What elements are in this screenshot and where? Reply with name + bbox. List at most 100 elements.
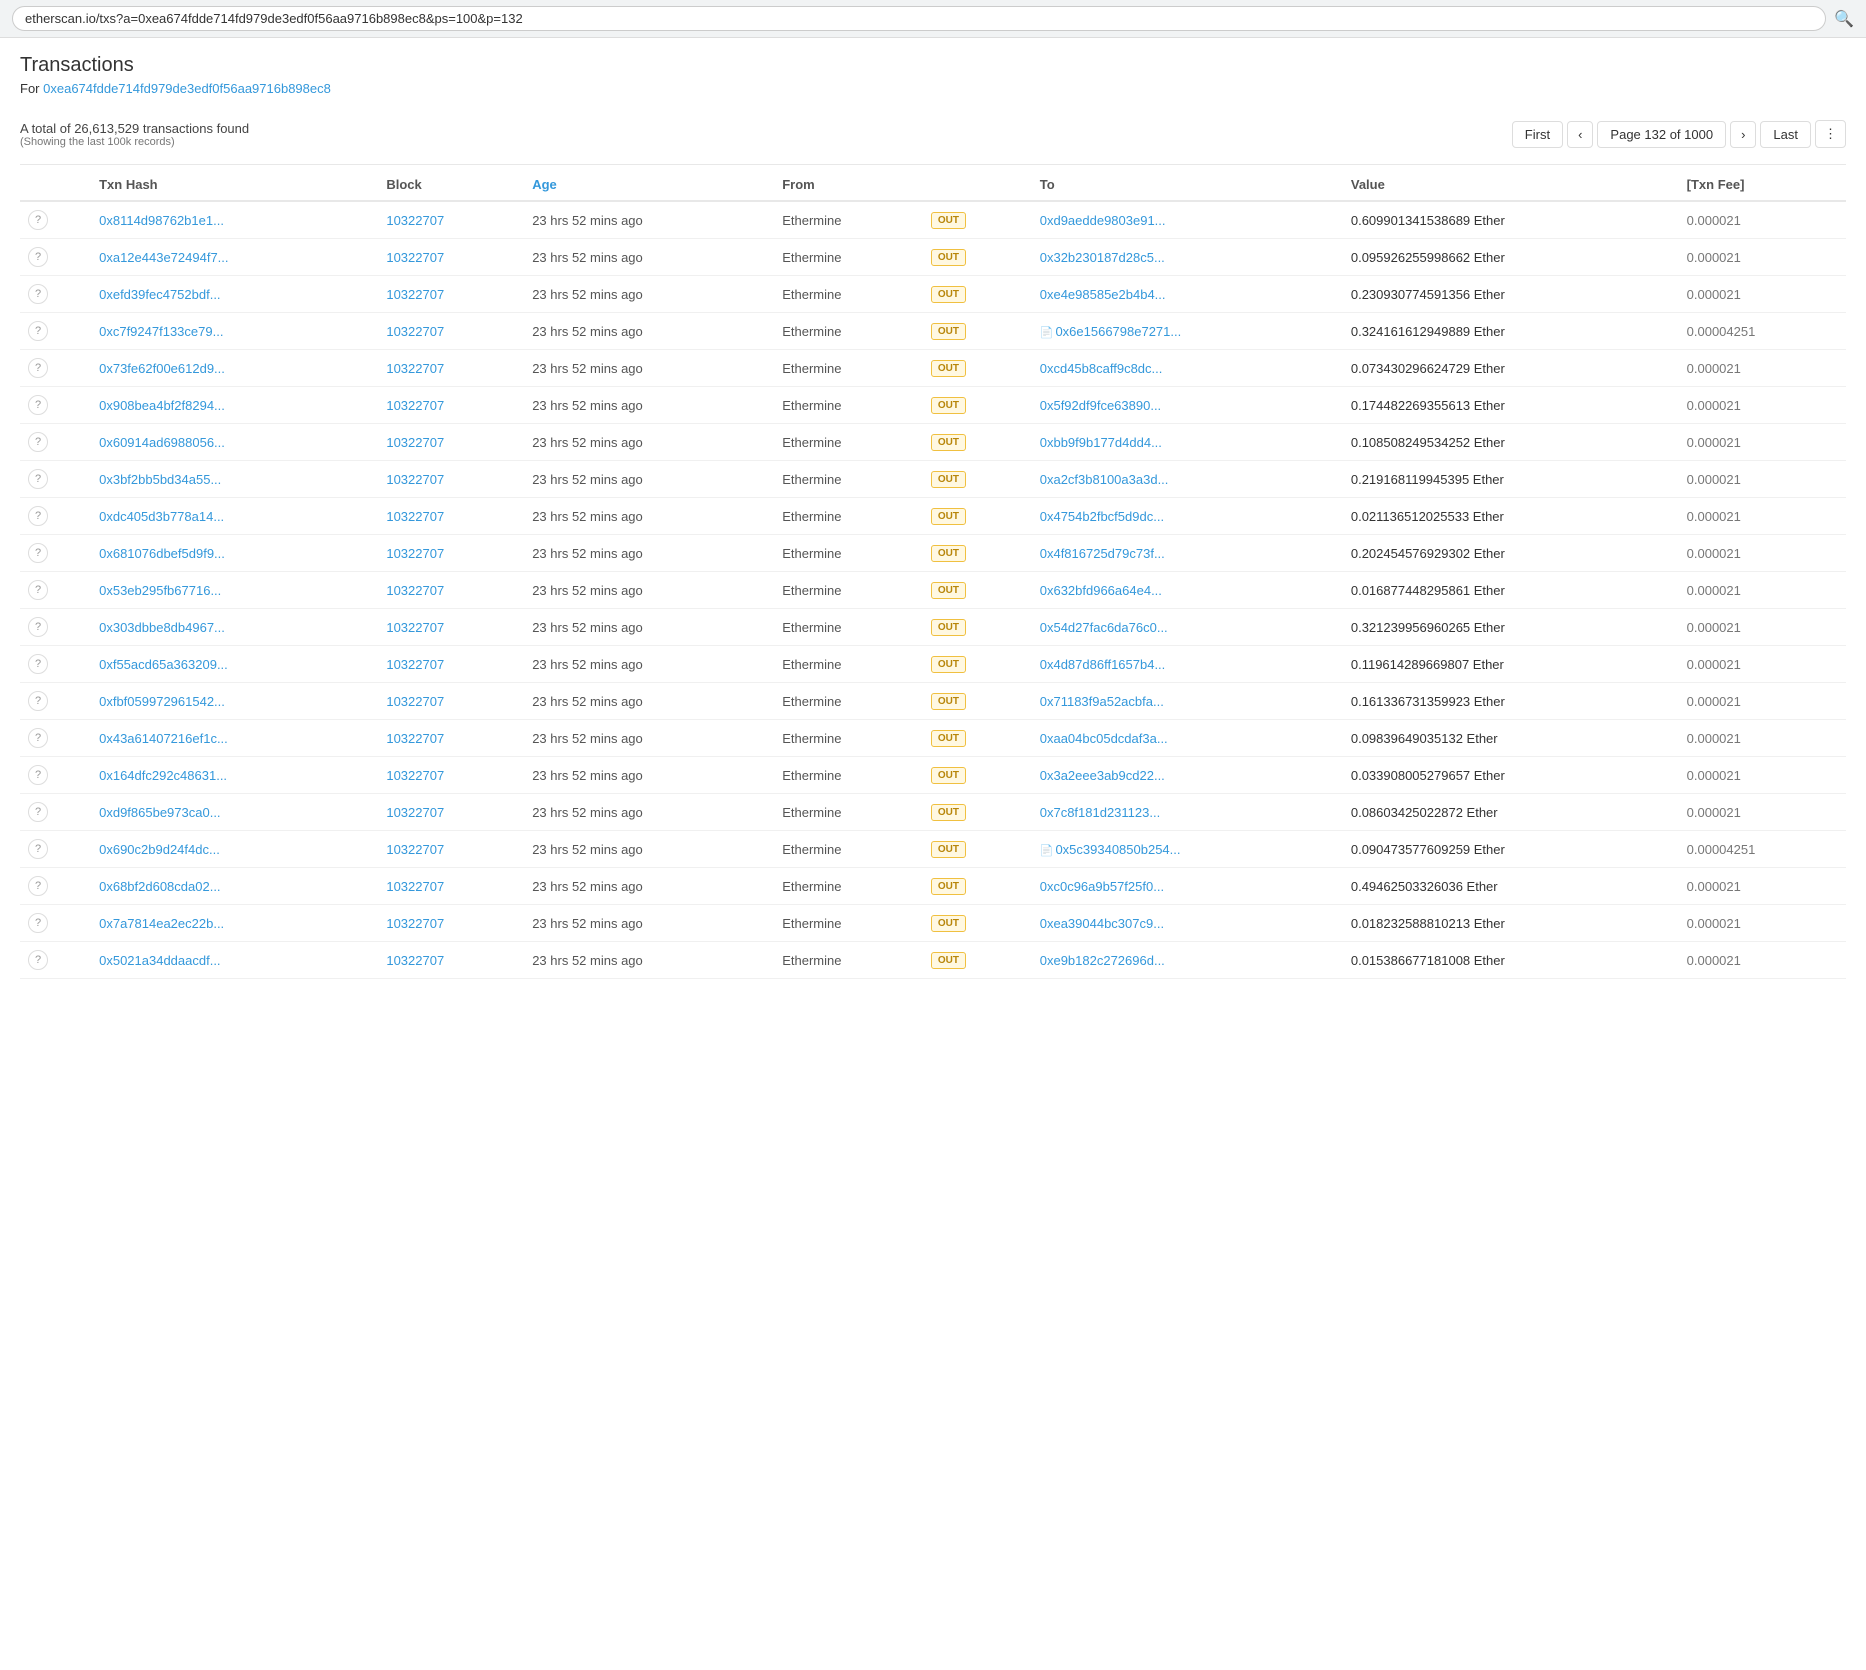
tx-hash-link[interactable]: 0x60914ad6988056... xyxy=(99,435,225,450)
block-link[interactable]: 10322707 xyxy=(386,250,444,265)
out-badge: OUT xyxy=(931,915,966,932)
block-link[interactable]: 10322707 xyxy=(386,509,444,524)
tx-info-icon[interactable]: ? xyxy=(28,802,48,822)
block-link[interactable]: 10322707 xyxy=(386,287,444,302)
tx-hash-link[interactable]: 0x164dfc292c48631... xyxy=(99,768,227,783)
to-address-link[interactable]: 0xe4e98585e2b4b4... xyxy=(1040,287,1166,302)
tx-hash-link[interactable]: 0xa12e443e72494f7... xyxy=(99,250,228,265)
next-page-button[interactable]: › xyxy=(1730,121,1756,148)
to-cell: 0x4754b2fbcf5d9dc... xyxy=(1032,498,1343,535)
to-address-link[interactable]: 0x632bfd966a64e4... xyxy=(1040,583,1162,598)
tx-info-icon[interactable]: ? xyxy=(28,395,48,415)
tx-info-icon[interactable]: ? xyxy=(28,654,48,674)
block-link[interactable]: 10322707 xyxy=(386,879,444,894)
tx-hash-link[interactable]: 0xc7f9247f133ce79... xyxy=(99,324,223,339)
tx-info-icon[interactable]: ? xyxy=(28,839,48,859)
prev-page-button[interactable]: ‹ xyxy=(1567,121,1593,148)
block-link[interactable]: 10322707 xyxy=(386,953,444,968)
url-bar[interactable]: etherscan.io/txs?a=0xea674fdde714fd979de… xyxy=(12,6,1826,31)
tx-info-icon[interactable]: ? xyxy=(28,580,48,600)
tx-hash-link[interactable]: 0xdc405d3b778a14... xyxy=(99,509,224,524)
block-link[interactable]: 10322707 xyxy=(386,694,444,709)
tx-info-icon[interactable]: ? xyxy=(28,691,48,711)
tx-hash-link[interactable]: 0xfbf059972961542... xyxy=(99,694,225,709)
block-link[interactable]: 10322707 xyxy=(386,805,444,820)
block-link[interactable]: 10322707 xyxy=(386,213,444,228)
tx-info-icon[interactable]: ? xyxy=(28,617,48,637)
tx-hash-link[interactable]: 0x3bf2bb5bd34a55... xyxy=(99,472,221,487)
to-address-link[interactable]: 0xbb9f9b177d4dd4... xyxy=(1040,435,1162,450)
block-link[interactable]: 10322707 xyxy=(386,768,444,783)
tx-hash-link[interactable]: 0xd9f865be973ca0... xyxy=(99,805,220,820)
block-link[interactable]: 10322707 xyxy=(386,620,444,635)
last-page-button[interactable]: Last xyxy=(1760,121,1811,148)
block-link[interactable]: 10322707 xyxy=(386,435,444,450)
address-link[interactable]: 0xea674fdde714fd979de3edf0f56aa9716b898e… xyxy=(43,81,331,96)
block-link[interactable]: 10322707 xyxy=(386,916,444,931)
block-link[interactable]: 10322707 xyxy=(386,842,444,857)
to-address-link[interactable]: 0xaa04bc05dcdaf3a... xyxy=(1040,731,1168,746)
tx-info-icon[interactable]: ? xyxy=(28,210,48,230)
to-address-link[interactable]: 0x4754b2fbcf5d9dc... xyxy=(1040,509,1164,524)
tx-hash-link[interactable]: 0x8114d98762b1e1... xyxy=(99,213,224,228)
block-link[interactable]: 10322707 xyxy=(386,583,444,598)
tx-info-icon[interactable]: ? xyxy=(28,506,48,526)
block-link[interactable]: 10322707 xyxy=(386,398,444,413)
tx-hash-link[interactable]: 0x908bea4bf2f8294... xyxy=(99,398,225,413)
tx-hash-link[interactable]: 0x303dbbe8db4967... xyxy=(99,620,225,635)
tx-hash-link[interactable]: 0x53eb295fb67716... xyxy=(99,583,221,598)
tx-info-icon[interactable]: ? xyxy=(28,950,48,970)
block-link[interactable]: 10322707 xyxy=(386,361,444,376)
to-address-link[interactable]: 0xd9aedde9803e91... xyxy=(1040,213,1166,228)
browser-search-button[interactable]: 🔍 xyxy=(1834,9,1854,29)
to-address-link[interactable]: 0xea39044bc307c9... xyxy=(1040,916,1164,931)
block-link[interactable]: 10322707 xyxy=(386,657,444,672)
to-address-link[interactable]: 0x5f92df9fce63890... xyxy=(1040,398,1161,413)
tx-hash-link[interactable]: 0x681076dbef5d9f9... xyxy=(99,546,225,561)
block-link[interactable]: 10322707 xyxy=(386,472,444,487)
tx-info-icon[interactable]: ? xyxy=(28,543,48,563)
tx-info-icon[interactable]: ? xyxy=(28,284,48,304)
to-address-link[interactable]: 0xe9b182c272696d... xyxy=(1040,953,1165,968)
tx-hash-link[interactable]: 0x7a7814ea2ec22b... xyxy=(99,916,224,931)
tx-info-icon[interactable]: ? xyxy=(28,247,48,267)
to-address-link[interactable]: 0x4f816725d79c73f... xyxy=(1040,546,1165,561)
to-address-link[interactable]: 0x3a2eee3ab9cd22... xyxy=(1040,768,1165,783)
tx-info-icon[interactable]: ? xyxy=(28,876,48,896)
to-address-link[interactable]: 0xcd45b8caff9c8dc... xyxy=(1040,361,1163,376)
block-cell: 10322707 xyxy=(378,424,524,461)
more-options-button[interactable]: ⋮ xyxy=(1815,120,1846,148)
tx-info-icon[interactable]: ? xyxy=(28,432,48,452)
block-link[interactable]: 10322707 xyxy=(386,324,444,339)
block-cell: 10322707 xyxy=(378,794,524,831)
tx-info-icon[interactable]: ? xyxy=(28,728,48,748)
first-page-button[interactable]: First xyxy=(1512,121,1563,148)
to-address-link[interactable]: 0x4d87d86ff1657b4... xyxy=(1040,657,1166,672)
tx-hash-link[interactable]: 0x68bf2d608cda02... xyxy=(99,879,220,894)
block-link[interactable]: 10322707 xyxy=(386,731,444,746)
tx-info-icon[interactable]: ? xyxy=(28,321,48,341)
tx-hash-link[interactable]: 0x73fe62f00e612d9... xyxy=(99,361,225,376)
tx-hash-link[interactable]: 0x5021a34ddaacdf... xyxy=(99,953,220,968)
to-address-link[interactable]: 0xa2cf3b8100a3a3d... xyxy=(1040,472,1169,487)
to-address-link[interactable]: 0x71183f9a52acbfa... xyxy=(1040,694,1164,709)
to-address-link[interactable]: 0xc0c96a9b57f25f0... xyxy=(1040,879,1164,894)
to-address-link[interactable]: 0x5c39340850b254... xyxy=(1055,842,1180,857)
block-link[interactable]: 10322707 xyxy=(386,546,444,561)
tx-info-icon[interactable]: ? xyxy=(28,469,48,489)
tx-hash-link[interactable]: 0x43a61407216ef1c... xyxy=(99,731,228,746)
tx-info-icon[interactable]: ? xyxy=(28,913,48,933)
to-address-link[interactable]: 0x32b230187d28c5... xyxy=(1040,250,1165,265)
col-age[interactable]: Age xyxy=(524,169,774,201)
tx-hash-link[interactable]: 0xf55acd65a363209... xyxy=(99,657,228,672)
to-address-link[interactable]: 0x54d27fac6da76c0... xyxy=(1040,620,1168,635)
to-address-link[interactable]: 0x6e1566798e7271... xyxy=(1055,324,1181,339)
to-address-link[interactable]: 0x7c8f181d231123... xyxy=(1040,805,1160,820)
tx-info-icon[interactable]: ? xyxy=(28,765,48,785)
tx-hash-link[interactable]: 0xefd39fec4752bdf... xyxy=(99,287,220,302)
fee-cell: 0.000021 xyxy=(1679,646,1846,683)
tx-hash-link[interactable]: 0x690c2b9d24f4dc... xyxy=(99,842,220,857)
table-row: ?0xc7f9247f133ce79...1032270723 hrs 52 m… xyxy=(20,313,1846,350)
block-cell: 10322707 xyxy=(378,572,524,609)
tx-info-icon[interactable]: ? xyxy=(28,358,48,378)
